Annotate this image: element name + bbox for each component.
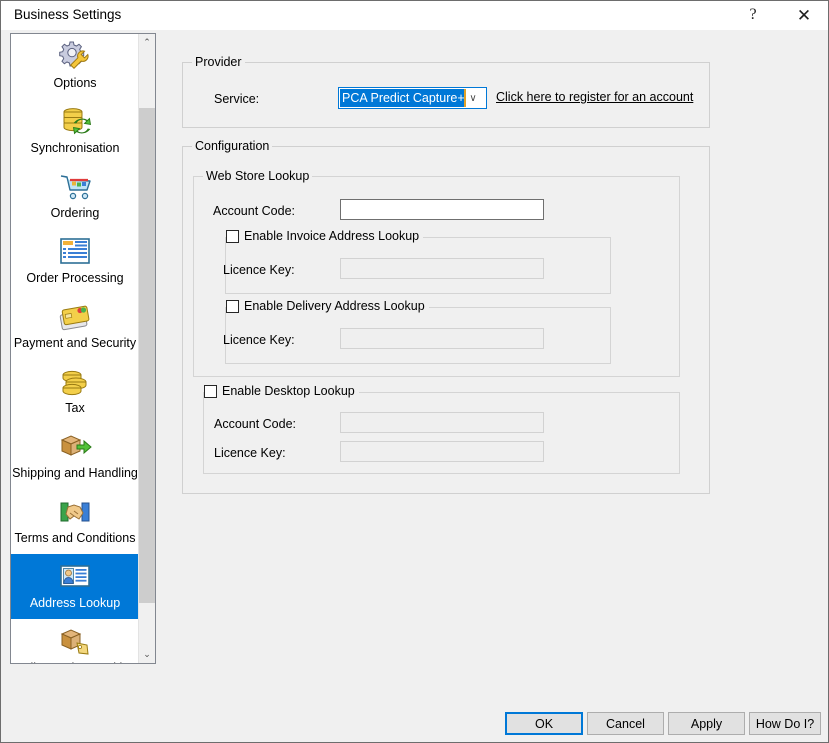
sidebar-item-terms-and-conditions[interactable]: Terms and Conditions xyxy=(11,489,139,554)
box-arrow-icon xyxy=(57,428,93,464)
sidebar-item-label: Tax xyxy=(65,401,84,416)
close-icon: ✕ xyxy=(797,7,811,24)
desktop-account-code-input[interactable] xyxy=(340,412,544,433)
sidebar-item-label: Online Order Tracking xyxy=(14,661,136,664)
chevron-down-icon[interactable]: ∨ xyxy=(464,88,482,108)
register-account-link[interactable]: Click here to register for an account xyxy=(496,90,693,104)
ok-button[interactable]: OK xyxy=(505,712,583,735)
settings-category-sidebar[interactable]: Options Synchronisation xyxy=(10,33,156,664)
enable-desktop-lookup-checkbox[interactable]: Enable Desktop Lookup xyxy=(204,384,359,398)
enable-delivery-address-lookup-label: Enable Delivery Address Lookup xyxy=(244,299,425,313)
sidebar-item-online-order-tracking[interactable]: Online Order Tracking xyxy=(11,619,139,664)
desktop-licence-key-input[interactable] xyxy=(340,441,544,462)
sidebar-item-ordering[interactable]: Ordering xyxy=(11,164,139,229)
window-title: Business Settings xyxy=(14,7,121,22)
handshake-icon xyxy=(57,493,93,529)
checkbox-box-icon[interactable] xyxy=(226,230,239,243)
enable-invoice-address-lookup-checkbox[interactable]: Enable Invoice Address Lookup xyxy=(226,229,423,243)
box-tag-icon xyxy=(57,623,93,659)
sidebar-item-label: Order Processing xyxy=(26,271,123,286)
sidebar-item-order-processing[interactable]: Order Processing xyxy=(11,229,139,294)
service-label: Service: xyxy=(214,92,259,106)
scroll-down-icon[interactable]: ⌄ xyxy=(139,646,155,663)
form-list-icon xyxy=(57,233,93,269)
desktop-account-code-label: Account Code: xyxy=(214,417,296,431)
sidebar-item-label: Address Lookup xyxy=(30,596,120,611)
provider-group-legend: Provider xyxy=(192,55,245,69)
sidebar-item-label: Shipping and Handling xyxy=(12,466,138,481)
invoice-licence-key-label: Licence Key: xyxy=(223,263,295,277)
cancel-button[interactable]: Cancel xyxy=(587,712,664,735)
enable-desktop-lookup-label: Enable Desktop Lookup xyxy=(222,384,355,398)
sidebar-scrollbar[interactable]: ⌃ ⌄ xyxy=(138,34,155,663)
invoice-licence-key-input[interactable] xyxy=(340,258,544,279)
delivery-licence-key-input[interactable] xyxy=(340,328,544,349)
checkbox-box-icon[interactable] xyxy=(204,385,217,398)
title-bar: Business Settings ? ✕ xyxy=(1,1,828,30)
service-selected-value: PCA Predict Capture+ xyxy=(340,89,466,107)
sidebar-item-payment-and-security[interactable]: Payment and Security xyxy=(11,294,139,359)
sidebar-item-label: Options xyxy=(53,76,96,91)
sidebar-item-label: Synchronisation xyxy=(31,141,120,156)
sidebar-item-synchronisation[interactable]: Synchronisation xyxy=(11,99,139,164)
web-store-lookup-legend: Web Store Lookup xyxy=(203,169,312,183)
enable-delivery-address-lookup-checkbox[interactable]: Enable Delivery Address Lookup xyxy=(226,299,429,313)
scrollbar-thumb[interactable] xyxy=(139,108,155,603)
web-store-account-code-label: Account Code: xyxy=(213,204,295,218)
gear-wrench-icon xyxy=(57,38,93,74)
enable-invoice-address-lookup-label: Enable Invoice Address Lookup xyxy=(244,229,419,243)
coins-icon xyxy=(57,363,93,399)
question-mark-icon: ? xyxy=(749,7,756,23)
sidebar-item-options[interactable]: Options xyxy=(11,34,139,99)
delivery-licence-key-label: Licence Key: xyxy=(223,333,295,347)
checkbox-box-icon[interactable] xyxy=(226,300,239,313)
sidebar-item-shipping-and-handling[interactable]: Shipping and Handling xyxy=(11,424,139,489)
credit-card-icon xyxy=(57,298,93,334)
sidebar-item-address-lookup[interactable]: Address Lookup xyxy=(11,554,139,619)
web-store-account-code-input[interactable] xyxy=(340,199,544,220)
close-button[interactable]: ✕ xyxy=(781,1,827,29)
contact-card-icon xyxy=(57,558,93,594)
scroll-up-icon[interactable]: ⌃ xyxy=(139,34,155,51)
help-button[interactable]: ? xyxy=(730,1,776,29)
sidebar-item-label: Payment and Security xyxy=(14,336,136,351)
how-do-i-button[interactable]: How Do I? xyxy=(749,712,821,735)
shopping-cart-icon xyxy=(57,168,93,204)
sidebar-item-label: Terms and Conditions xyxy=(15,531,136,546)
sidebar-item-label: Ordering xyxy=(51,206,100,221)
configuration-group-legend: Configuration xyxy=(192,139,272,153)
service-dropdown[interactable]: PCA Predict Capture+ ∨ xyxy=(338,87,487,109)
business-settings-dialog: Business Settings ? ✕ Options xyxy=(0,0,829,743)
database-sync-icon xyxy=(57,103,93,139)
sidebar-item-tax[interactable]: Tax xyxy=(11,359,139,424)
desktop-licence-key-label: Licence Key: xyxy=(214,446,286,460)
apply-button[interactable]: Apply xyxy=(668,712,745,735)
sidebar-item-list: Options Synchronisation xyxy=(11,34,139,664)
